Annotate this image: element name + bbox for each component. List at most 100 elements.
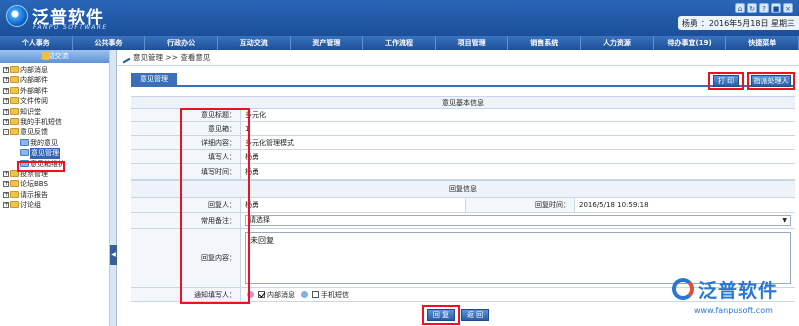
expand-icon[interactable]: + <box>3 87 9 94</box>
refresh-icon[interactable]: ↻ <box>747 3 757 13</box>
expand-icon[interactable]: + <box>3 108 9 115</box>
sidebar-item-label: 我的手机短信 <box>20 117 62 126</box>
box-value: 1 <box>245 124 250 133</box>
highlight-box <box>422 305 460 325</box>
page-icon <box>20 149 29 157</box>
sidebar-item[interactable]: + 讨论组 <box>0 200 109 210</box>
folder-icon <box>10 117 19 125</box>
nav-item[interactable]: 快捷菜单 <box>726 36 799 50</box>
sidebar-item[interactable]: + 请示报告 <box>0 190 109 200</box>
folder-icon <box>10 107 19 115</box>
sidebar-item[interactable]: 我的意见 <box>0 138 109 148</box>
nav-item[interactable]: 人力资源 <box>581 36 654 50</box>
title-value: 多元化 <box>245 111 266 119</box>
reply-time-label: 回复时间： <box>465 198 575 212</box>
folder-icon <box>10 66 19 73</box>
expand-icon[interactable]: + <box>3 77 9 84</box>
collapse-arrow-icon[interactable]: ◀ <box>110 245 117 265</box>
tab-row: 意见管理 <box>117 67 799 87</box>
sidebar-header: 互动交流 <box>0 50 109 63</box>
sidebar-item-label: 外部邮件 <box>20 86 48 95</box>
sidebar-item-label: 内部消息 <box>20 66 48 74</box>
internal-message-label: 内部消息 <box>267 290 295 299</box>
pin-icon <box>42 52 50 60</box>
current-date: ：2016年5月18日 星期三 <box>700 18 795 28</box>
highlight-box <box>708 72 744 90</box>
nav-item[interactable]: 行政办公 <box>145 36 218 50</box>
app-header: 泛普软件 FANPU SOFTWARE ⌂ ↻ ? ■ × 杨勇 ：2016年5… <box>0 0 799 36</box>
phone-icon <box>301 291 308 298</box>
nav-item[interactable]: 工作流程 <box>363 36 436 50</box>
watermark-url: www.fanpusoft.com <box>694 306 773 315</box>
sidebar-item-label: 请示报告 <box>20 190 48 199</box>
expand-icon[interactable]: + <box>3 181 9 188</box>
home-icon[interactable]: ⌂ <box>735 3 745 13</box>
author-value: 杨勇 <box>245 152 259 161</box>
user-bar: 杨勇 ：2016年5月18日 星期三 <box>677 16 799 30</box>
tab-opinion-management[interactable]: 意见管理 <box>131 73 177 85</box>
highlight-box <box>747 72 795 90</box>
breadcrumb-text: 意见管理 >> 查看意见 <box>133 53 211 62</box>
internal-message-checkbox[interactable] <box>258 291 265 298</box>
folder-icon <box>10 86 19 94</box>
expand-icon[interactable]: + <box>3 118 9 125</box>
nav-item[interactable]: 项目管理 <box>436 36 509 50</box>
sms-checkbox[interactable] <box>312 291 319 298</box>
nav-item[interactable]: 个人事务 <box>0 36 73 50</box>
logo-subtitle: FANPU SOFTWARE <box>33 24 108 31</box>
sidebar-item-label: 我的意见 <box>30 138 58 147</box>
detail-value: 多元化管理模式 <box>245 138 294 147</box>
watermark-name: 泛普软件 <box>698 280 779 302</box>
pen-icon <box>119 52 131 64</box>
watermark-logo-icon <box>672 278 694 300</box>
sidebar: 互动交流 + 内部消息 + 内部邮件 + 外部邮件 + 文件传阅 + 知识堂 + 我的手机短信 - 意见反… <box>0 50 110 326</box>
sidebar-item[interactable]: + 知识堂 <box>0 107 109 117</box>
remark-select-value: 请选择 <box>249 216 270 224</box>
remark-select[interactable]: 请选择 ▼ <box>245 215 791 226</box>
sidebar-splitter[interactable]: ◀ <box>110 50 117 326</box>
sidebar-item[interactable]: + 外部邮件 <box>0 86 109 96</box>
sidebar-item-label: 知识堂 <box>20 107 41 116</box>
sidebar-item-label: 讨论组 <box>20 201 41 210</box>
expand-icon[interactable]: + <box>3 191 9 198</box>
expand-icon[interactable]: + <box>3 170 9 177</box>
watermark: 泛普软件 www.fanpusoft.com <box>570 270 799 326</box>
time-value: 杨勇 <box>245 167 259 176</box>
nav-item[interactable]: 公共事务 <box>73 36 146 50</box>
sidebar-item[interactable]: + 内部消息 <box>0 65 109 75</box>
sms-label: 手机短信 <box>321 290 349 299</box>
expand-icon[interactable]: + <box>3 98 9 105</box>
sidebar-item[interactable]: 意见管理 <box>0 148 109 159</box>
sidebar-item[interactable]: + 内部邮件 <box>0 75 109 85</box>
sidebar-item[interactable]: + 文件传阅 <box>0 96 109 106</box>
highlight-box <box>180 108 250 304</box>
sidebar-item[interactable]: - 意见反馈 <box>0 127 109 137</box>
reply-time-value: 2016/5/18 10:59:18 <box>579 201 649 209</box>
logo-mark-icon <box>6 5 28 27</box>
nav-item[interactable]: 待办事宜(19) <box>654 36 727 50</box>
expand-icon[interactable]: + <box>3 202 9 209</box>
expand-icon[interactable]: + <box>3 67 9 73</box>
sidebar-item[interactable]: + 论坛BBS <box>0 179 109 189</box>
folder-icon <box>10 201 19 209</box>
lock-icon[interactable]: ■ <box>771 3 781 13</box>
sidebar-item-label: 意见管理 <box>30 148 60 159</box>
replier-value: 杨勇 <box>245 201 259 209</box>
nav-item[interactable]: 资产管理 <box>291 36 364 50</box>
collapse-icon[interactable]: - <box>3 129 9 136</box>
sidebar-tree: + 内部消息 + 内部邮件 + 外部邮件 + 文件传阅 + 知识堂 + 我的手机短信 - 意见反馈 我的意见… <box>0 63 109 210</box>
chevron-down-icon: ▼ <box>782 217 787 224</box>
sidebar-item[interactable]: + 我的手机短信 <box>0 117 109 127</box>
folder-icon <box>10 76 19 84</box>
folder-icon <box>10 180 19 188</box>
folder-icon <box>10 190 19 198</box>
folder-icon <box>10 128 19 136</box>
nav-item[interactable]: 销售系统 <box>508 36 582 50</box>
help-icon[interactable]: ? <box>759 3 769 13</box>
nav-item[interactable]: 互动交流 <box>218 36 291 50</box>
back-button[interactable]: 返 回 <box>461 309 489 321</box>
sidebar-item-label: 文件传阅 <box>20 97 48 106</box>
highlight-box <box>17 161 65 172</box>
close-icon[interactable]: × <box>783 3 793 13</box>
sidebar-item-label: 内部邮件 <box>20 76 48 85</box>
